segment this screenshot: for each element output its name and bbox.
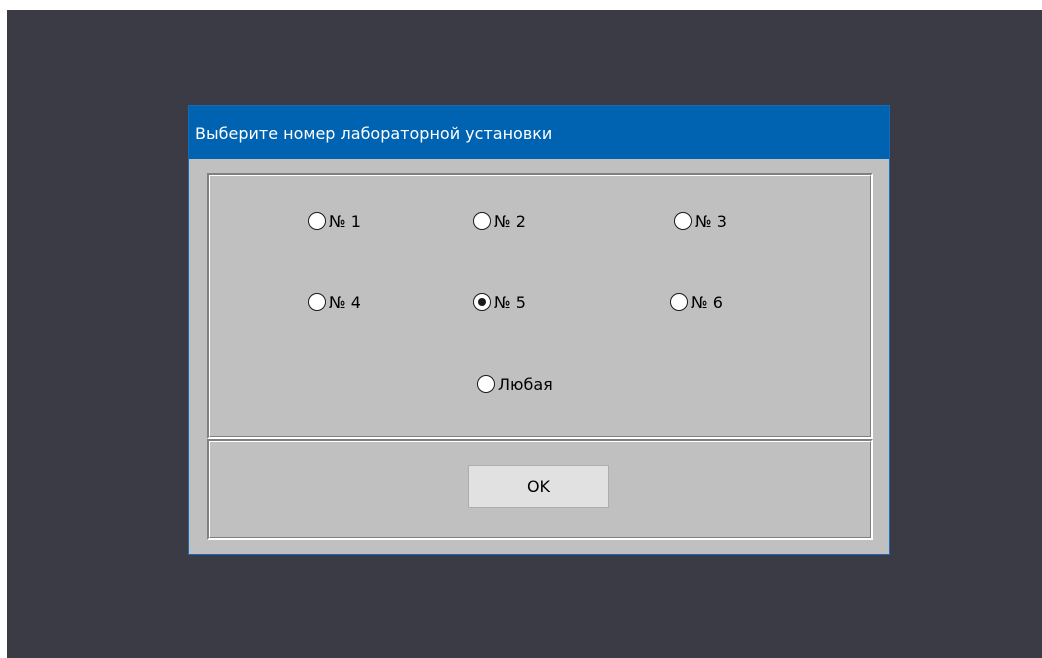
options-panel: № 1 № 2 № 3 № 4 № 5 № 6 Любая bbox=[207, 173, 873, 439]
radio-button-icon[interactable] bbox=[477, 375, 495, 393]
radio-button-icon[interactable] bbox=[670, 293, 688, 311]
radio-option-label: № 6 bbox=[691, 292, 723, 312]
radio-option-any[interactable]: Любая bbox=[477, 372, 553, 396]
radio-button-icon[interactable] bbox=[674, 212, 692, 230]
radio-button-icon[interactable] bbox=[473, 212, 491, 230]
dialog-title: Выберите номер лабораторной установки bbox=[189, 106, 889, 159]
radio-option-5[interactable]: № 5 bbox=[473, 290, 526, 314]
radio-button-icon[interactable] bbox=[308, 212, 326, 230]
radio-option-label: № 3 bbox=[695, 211, 727, 231]
radio-button-icon[interactable] bbox=[308, 293, 326, 311]
radio-option-label: № 5 bbox=[494, 292, 526, 312]
radio-option-label: Любая bbox=[498, 374, 553, 394]
radio-option-2[interactable]: № 2 bbox=[473, 209, 526, 233]
radio-option-1[interactable]: № 1 bbox=[308, 209, 361, 233]
radio-option-label: № 2 bbox=[494, 211, 526, 231]
buttons-panel: OK bbox=[207, 439, 873, 540]
desktop-background: Выберите номер лабораторной установки № … bbox=[7, 10, 1042, 658]
ok-button[interactable]: OK bbox=[468, 465, 609, 508]
radio-button-selected-icon[interactable] bbox=[473, 293, 491, 311]
radio-option-3[interactable]: № 3 bbox=[674, 209, 727, 233]
radio-option-label: № 1 bbox=[329, 211, 361, 231]
radio-option-4[interactable]: № 4 bbox=[308, 290, 361, 314]
radio-option-6[interactable]: № 6 bbox=[670, 290, 723, 314]
radio-option-label: № 4 bbox=[329, 292, 361, 312]
lab-selection-dialog: Выберите номер лабораторной установки № … bbox=[188, 105, 890, 555]
